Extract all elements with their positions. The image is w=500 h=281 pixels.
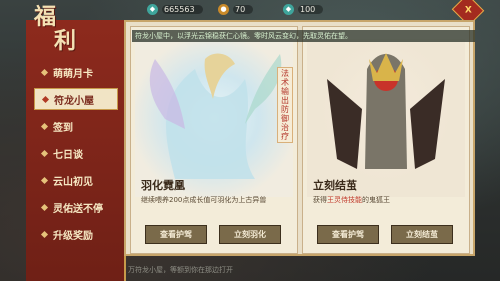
sidebar-item-blessing[interactable]: 灵佑送不停 bbox=[34, 196, 118, 218]
view-guard-button[interactable]: 查看护驾 bbox=[317, 225, 379, 244]
ticket-value: 100 bbox=[298, 4, 324, 14]
sidebar-item-first-meet[interactable]: 云山初见 bbox=[34, 169, 118, 191]
card-desc: 获得王灵侍技能的鬼狐王 bbox=[313, 195, 463, 206]
desc-text: 获得 bbox=[313, 196, 327, 204]
fox-king-illustration bbox=[307, 39, 465, 197]
sidebar-item-sign-in[interactable]: 签到 bbox=[34, 115, 118, 137]
desc-highlight: 王灵侍技能 bbox=[327, 196, 362, 204]
bullet-icon bbox=[40, 122, 49, 130]
footer-text: 万符龙小屋，等额到你在那边打开 bbox=[128, 266, 233, 274]
view-guard-button[interactable]: 查看护驾 bbox=[145, 225, 207, 244]
gold-icon: ● bbox=[218, 3, 229, 15]
page-title: 福 利 bbox=[34, 4, 76, 52]
role-tag: 法术输出防御治疗 bbox=[277, 67, 293, 143]
desc-text: 的鬼狐王 bbox=[362, 196, 390, 204]
bullet-icon bbox=[40, 230, 49, 238]
fox-king-card: 立刻结茧 获得王灵侍技能的鬼狐王 查看护驾 立刻结茧 bbox=[302, 26, 470, 254]
ticket-resource: ◆ 100 bbox=[283, 2, 324, 16]
notice-bar: 符龙小屋中，以浮光云锦稳获仁心镜。零时风云变幻，先取灵佑在望。 bbox=[132, 30, 475, 42]
sidebar-item-label: 七日谈 bbox=[53, 149, 83, 161]
sidebar-item-label: 符龙小屋 bbox=[54, 95, 94, 107]
feather-transform-button[interactable]: 立刻羽化 bbox=[219, 225, 281, 244]
sidebar-item-level-reward[interactable]: 升级奖励 bbox=[34, 223, 118, 245]
bullet-icon bbox=[40, 203, 49, 211]
title-char-1: 福 bbox=[34, 4, 57, 30]
sidebar-item-label: 升级奖励 bbox=[53, 230, 93, 242]
sidebar-item-seven-days[interactable]: 七日谈 bbox=[34, 142, 118, 164]
sidebar-item-label: 萌萌月卡 bbox=[53, 68, 93, 80]
sidebar-item-fulong-house[interactable]: 符龙小屋 bbox=[34, 88, 118, 110]
phoenix-card: 法术输出防御治疗 羽化霓凰 继续喂养200点成长值可羽化为上古异兽 查看护驾 立… bbox=[130, 26, 298, 254]
bullet-icon bbox=[40, 68, 49, 76]
card-name: 羽化霓凰 bbox=[141, 179, 185, 192]
close-icon: X bbox=[464, 4, 472, 15]
title-char-2: 利 bbox=[54, 28, 77, 54]
ticket-icon: ◆ bbox=[283, 3, 294, 15]
sidebar-item-label: 云山初见 bbox=[53, 176, 93, 188]
card-name: 立刻结茧 bbox=[313, 179, 357, 192]
sidebar-item-label: 签到 bbox=[53, 122, 73, 134]
cocoon-button[interactable]: 立刻结茧 bbox=[391, 225, 453, 244]
gold-value: 70 bbox=[233, 4, 254, 14]
phoenix-illustration bbox=[135, 39, 293, 197]
card-desc: 继续喂养200点成长值可羽化为上古异兽 bbox=[141, 196, 267, 204]
jade-resource: ◆ 665563 bbox=[147, 2, 203, 16]
sidebar-menu: 萌萌月卡 符龙小屋 签到 七日谈 云山初见 灵佑送不停 升级奖励 bbox=[34, 61, 118, 250]
gold-resource: ● 70 bbox=[218, 2, 254, 16]
bullet-icon bbox=[41, 95, 50, 103]
bullet-icon bbox=[40, 176, 49, 184]
jade-icon: ◆ bbox=[147, 3, 158, 15]
jade-value: 665563 bbox=[162, 4, 203, 14]
sidebar-item-label: 灵佑送不停 bbox=[53, 203, 103, 215]
bullet-icon bbox=[40, 149, 49, 157]
sidebar-item-monthly-card[interactable]: 萌萌月卡 bbox=[34, 61, 118, 83]
